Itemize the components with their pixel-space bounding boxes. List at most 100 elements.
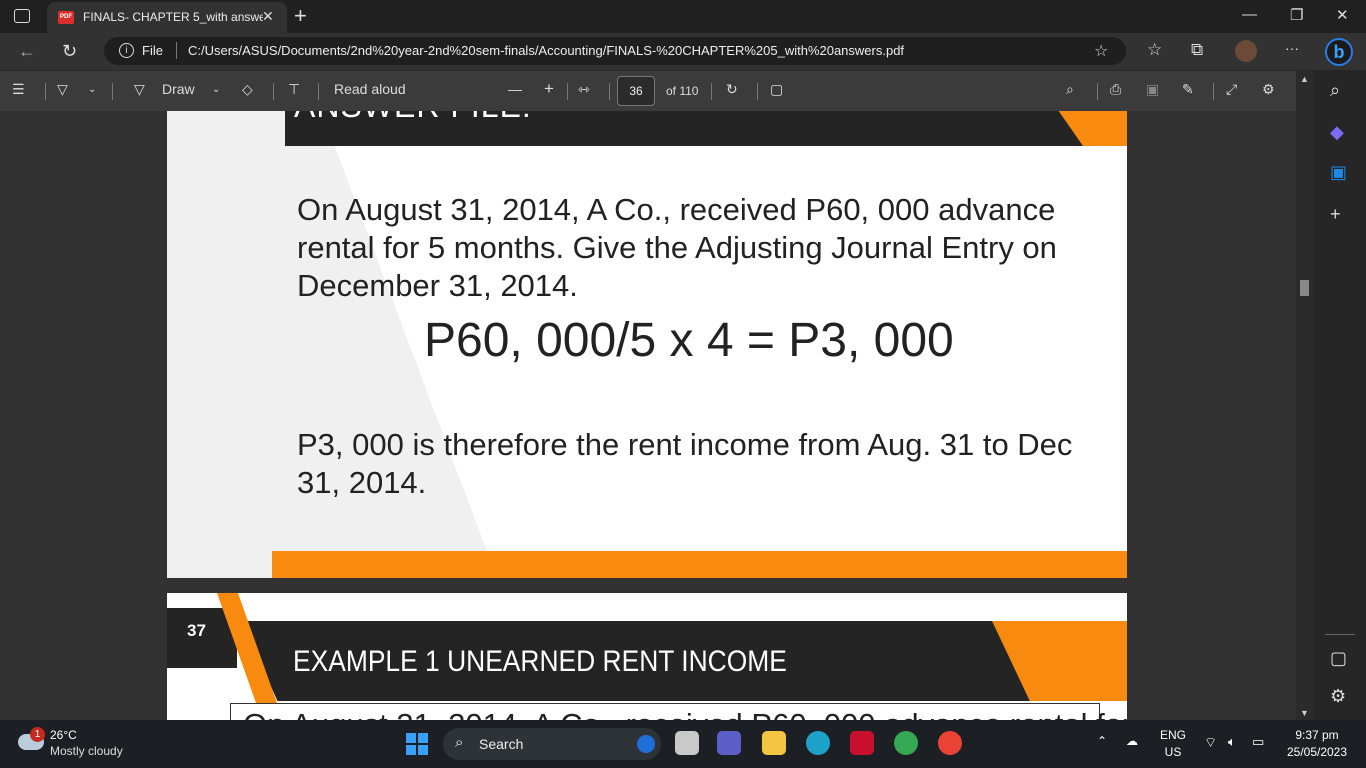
tab-close-icon[interactable]: ✕ xyxy=(262,8,274,25)
taskbar: 1 26°C Mostly cloudy ⌕ Search ⌃ ☁ ENG US… xyxy=(0,720,1366,768)
save-icon[interactable]: ▣ xyxy=(1146,81,1159,98)
back-icon[interactable]: ← xyxy=(18,41,36,62)
vertical-scrollbar[interactable]: ▲ ▼ xyxy=(1296,70,1313,720)
toolbar-divider xyxy=(1213,83,1214,100)
close-button[interactable]: ✕ xyxy=(1336,6,1349,24)
zoom-out-button[interactable]: — xyxy=(508,81,522,97)
info-icon[interactable]: i xyxy=(119,43,134,58)
volume-icon[interactable]: 🔈︎ xyxy=(1228,734,1236,750)
formula-text: P60, 000/5 x 4 = P3, 000 xyxy=(424,314,954,367)
tab-actions-icon[interactable] xyxy=(14,9,30,23)
search-icon[interactable]: ⌕ xyxy=(1066,81,1074,98)
refresh-icon[interactable]: ↻ xyxy=(62,41,77,62)
pdf-toolbar: ☰ ▽ ⌄ ▽ Draw ⌄ ◇ ⊤ Read aloud — + ⇿ 36 o… xyxy=(0,70,1313,111)
sidebar-settings-icon[interactable]: ⚙ xyxy=(1330,686,1346,707)
sidebar-outlook-icon[interactable]: ▣ xyxy=(1330,162,1347,183)
toolbar-divider xyxy=(112,83,113,100)
restore-button[interactable]: ❐ xyxy=(1290,6,1303,24)
url-field[interactable]: i File C:/Users/ASUS/Documents/2nd%20yea… xyxy=(104,37,1126,65)
fit-width-icon[interactable]: ⇿ xyxy=(578,81,590,98)
print-icon[interactable]: ⎙ xyxy=(1110,81,1121,98)
start-icon[interactable] xyxy=(406,733,428,755)
erase-icon[interactable]: ◇ xyxy=(242,81,253,98)
edge-icon[interactable] xyxy=(806,731,830,755)
teams-icon[interactable] xyxy=(717,731,741,755)
weather-badge: 1 xyxy=(30,727,45,742)
toolbar-divider xyxy=(567,83,568,100)
clock-time: 9:37 pm xyxy=(1295,728,1339,742)
toolbar-divider xyxy=(318,83,319,100)
pdf-page-37: 37 EXAMPLE 1 UNEARNED RENT INCOME On Aug… xyxy=(167,593,1127,720)
highlight-dropdown-icon[interactable]: ⌄ xyxy=(88,84,96,95)
new-tab-button[interactable]: + xyxy=(294,3,307,29)
add-favorite-icon[interactable]: ☆ xyxy=(1094,41,1108,61)
minimize-button[interactable]: — xyxy=(1242,6,1257,23)
tab-title: FINALS- CHAPTER 5_with answers xyxy=(83,10,263,24)
battery-icon[interactable]: ▭ xyxy=(1252,734,1264,750)
slide-number: 37 xyxy=(187,621,206,640)
clock[interactable]: 9:37 pm 25/05/2023 xyxy=(1284,728,1350,759)
page-total: of 110 xyxy=(666,84,699,98)
scroll-up-icon[interactable]: ▲ xyxy=(1300,74,1309,84)
search-icon: ⌕ xyxy=(455,734,464,751)
chrome-profile-icon[interactable] xyxy=(894,731,918,755)
temperature[interactable]: 26°C xyxy=(50,728,77,742)
sidebar-search-icon[interactable]: ⌕ xyxy=(1330,80,1340,101)
sidebar-add-icon[interactable]: + xyxy=(1330,204,1341,225)
read-aloud-button[interactable]: Read aloud xyxy=(334,81,406,97)
banner-title: ANSWER FILE: xyxy=(294,111,532,125)
question-text: On August 31, 2014, A Co., received P60,… xyxy=(297,192,1057,303)
more-icon[interactable]: ··· xyxy=(1285,40,1299,56)
tray-overflow-icon[interactable]: ⌃ xyxy=(1097,734,1107,748)
chrome-icon[interactable] xyxy=(938,731,962,755)
toolbar-divider xyxy=(711,83,712,100)
url-text[interactable]: C:/Users/ASUS/Documents/2nd%20year-2nd%2… xyxy=(188,43,904,58)
bing-icon[interactable]: b xyxy=(1325,38,1353,66)
weather-description[interactable]: Mostly cloudy xyxy=(50,744,123,758)
slide-title: EXAMPLE 1 UNEARNED RENT INCOME xyxy=(293,645,787,678)
save-as-icon[interactable]: ✎ xyxy=(1182,81,1194,98)
pdf-page-36: ANSWER FILE: On August 31, 2014, A Co., … xyxy=(167,111,1127,578)
favorites-icon[interactable]: ☆ xyxy=(1147,40,1162,60)
toolbar-divider xyxy=(45,83,46,100)
language-code: ENG xyxy=(1160,728,1187,742)
answer-text: P3, 000 is therefore the rent income fro… xyxy=(297,427,1073,500)
taskbar-search[interactable]: ⌕ Search xyxy=(443,728,661,760)
tab-bar: PDF FINALS- CHAPTER 5_with answers ✕ + —… xyxy=(0,0,1366,33)
url-divider xyxy=(176,42,177,59)
contents-icon[interactable]: ☰ xyxy=(12,81,25,98)
settings-icon[interactable]: ⚙ xyxy=(1262,81,1275,98)
search-label: Search xyxy=(479,736,524,752)
page-number-input[interactable]: 36 xyxy=(617,76,655,106)
draw-dropdown-icon[interactable]: ⌄ xyxy=(212,84,220,95)
scroll-thumb[interactable] xyxy=(1300,280,1309,296)
draw-icon[interactable]: ▽ xyxy=(134,81,145,98)
onedrive-icon[interactable]: ☁ xyxy=(1126,734,1138,748)
draw-button[interactable]: Draw xyxy=(162,81,195,97)
question-text: On August 31, 2014, A Co., received P60,… xyxy=(243,707,1127,720)
text-icon[interactable]: ⊤ xyxy=(288,81,300,98)
collections-icon[interactable]: ⧉ xyxy=(1191,40,1203,60)
tab-active[interactable]: PDF FINALS- CHAPTER 5_with answers ✕ xyxy=(47,2,287,33)
mcafee-icon[interactable] xyxy=(850,731,874,755)
wifi-icon[interactable]: ⌔ xyxy=(1204,734,1217,752)
toolbar-divider xyxy=(1097,83,1098,100)
sidebar-copilot-icon[interactable]: ◆ xyxy=(1330,122,1344,143)
toolbar-divider xyxy=(273,83,274,100)
highlight-icon[interactable]: ▽ xyxy=(57,81,68,98)
rotate-icon[interactable]: ↻ xyxy=(726,81,738,98)
page-view-icon[interactable]: ▢ xyxy=(770,81,783,98)
file-explorer-icon[interactable] xyxy=(762,731,786,755)
pdf-icon: PDF xyxy=(58,11,74,24)
language-indicator[interactable]: ENG US xyxy=(1160,728,1186,759)
page-decor-orange-strip xyxy=(272,551,1127,578)
fullscreen-icon[interactable]: ⤢ xyxy=(1226,81,1237,98)
sidebar-layout-icon[interactable]: ▢ xyxy=(1330,648,1347,669)
scroll-down-icon[interactable]: ▼ xyxy=(1300,708,1309,718)
task-view-icon[interactable] xyxy=(675,731,699,755)
profile-avatar[interactable] xyxy=(1235,40,1257,62)
zoom-in-button[interactable]: + xyxy=(544,79,554,99)
pdf-document-area[interactable]: ANSWER FILE: On August 31, 2014, A Co., … xyxy=(0,111,1296,720)
region-code: US xyxy=(1164,745,1182,759)
sidebar-divider xyxy=(1325,634,1355,635)
